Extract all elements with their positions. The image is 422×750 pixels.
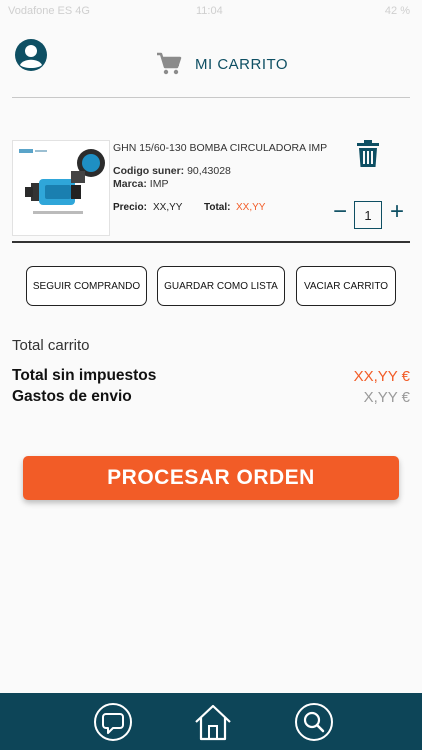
save-as-list-button[interactable]: GUARDAR COMO LISTA (157, 266, 285, 306)
subtotal-value: XX,YY € (353, 368, 410, 385)
empty-cart-button[interactable]: VACIAR CARRITO (296, 266, 396, 306)
quantity-input[interactable]: 1 (354, 201, 382, 229)
shipping-value: X,YY € (363, 389, 410, 406)
header-divider (12, 97, 410, 98)
subtotal-label: Total sin impuestos (12, 367, 157, 384)
chat-icon[interactable] (93, 702, 133, 742)
page-title: MI CARRITO (195, 56, 289, 73)
item-divider (12, 241, 410, 243)
pump-image-icon (19, 149, 105, 214)
bottom-nav (0, 693, 422, 750)
product-brand-row: Marca: IMP (113, 178, 168, 190)
quantity-decrease-button[interactable]: − (331, 200, 349, 224)
product-brand-label: Marca: (113, 178, 147, 190)
search-icon[interactable] (294, 702, 334, 742)
product-image[interactable] (12, 140, 110, 236)
status-time: 11:04 (196, 5, 223, 17)
home-icon[interactable] (193, 702, 233, 742)
price-label: Precio: (113, 202, 147, 213)
product-code-row: Codigo suner: 90,43028 (113, 165, 231, 177)
battery-indicator: 42 % (384, 5, 410, 17)
trash-icon[interactable] (356, 140, 380, 168)
product-name: GHN 15/60-130 BOMBA CIRCULADORA IMP (113, 142, 328, 154)
total-label: Total: (204, 202, 231, 213)
cart-total-heading: Total carrito (12, 337, 90, 354)
continue-shopping-button[interactable]: SEGUIR COMPRANDO (26, 266, 147, 306)
process-order-button[interactable]: PROCESAR ORDEN (23, 456, 399, 500)
price-value: XX,YY (153, 202, 183, 213)
header: MI CARRITO (0, 30, 422, 90)
carrier-label: Vodafone ES 4G (8, 5, 90, 17)
product-code-label: Codigo suner: (113, 165, 185, 177)
shipping-label: Gastos de envio (12, 388, 132, 405)
user-avatar-icon[interactable] (14, 38, 48, 72)
status-bar: Vodafone ES 4G 11:04 42 % (0, 0, 422, 22)
cart-icon (157, 52, 182, 75)
product-brand-value: IMP (149, 178, 169, 190)
product-code-value: 90,43028 (187, 165, 231, 177)
total-value: XX,YY (236, 202, 266, 213)
quantity-increase-button[interactable]: + (388, 200, 406, 224)
